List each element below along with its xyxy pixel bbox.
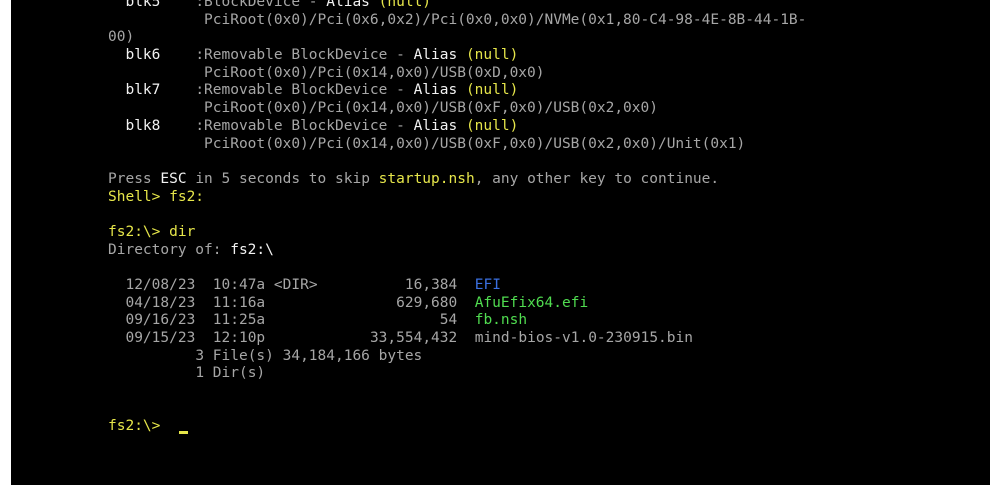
startup-press-text: Press (108, 171, 161, 187)
device-line-blk8: blk8 :Removable BlockDevice - Alias (nul… (108, 118, 518, 134)
shell-prompt-line: Shell> fs2: (108, 189, 205, 205)
dir-summary: 1 Dir(s) (195, 365, 266, 381)
device-path: PciRoot(0x0)/Pci(0x14,0x0)/USB(0xD,0x0) (204, 65, 545, 81)
file-summary: 3 File(s) 34,184,166 bytes (195, 348, 423, 364)
startup-end-text: , any other key to continue. (474, 171, 720, 187)
startup-middle-text: in 5 seconds to skip (186, 171, 379, 187)
directory-of-path: fs2:\ (230, 242, 274, 258)
directory-of-label: Directory of: (108, 242, 231, 258)
file-name: mind-bios-v1.0-230915.bin (474, 330, 693, 346)
device-line-blk7: blk7 :Removable BlockDevice - Alias (nul… (108, 82, 518, 98)
file-type: <DIR> (273, 277, 318, 293)
alias-label: Alias (326, 0, 370, 10)
file-date: 09/16/23 (125, 312, 196, 328)
device-name: blk6 (125, 47, 161, 63)
uefi-shell-screen[interactable]: blk5 :BlockDevice - Alias (null) PciRoot… (11, 0, 990, 485)
file-date: 12/08/23 (125, 277, 196, 293)
device-path-blk5: PciRoot(0x0)/Pci(0x6,0x2)/Pci(0x0,0x0)/N… (108, 12, 806, 28)
device-name: blk7 (125, 82, 161, 98)
alias-value: (null) (369, 0, 432, 10)
device-name: blk8 (125, 118, 161, 134)
device-path-cont-blk5: 00) (108, 29, 134, 45)
file-name-exec: AfuEfix64.efi (474, 295, 589, 311)
device-desc: :Removable BlockDevice - (195, 47, 414, 63)
alias-label: Alias (413, 82, 458, 98)
directory-of-line: Directory of: fs2:\ (108, 242, 274, 258)
file-size: 54 (439, 312, 458, 328)
device-line-blk6: blk6 :Removable BlockDevice - Alias (nul… (108, 47, 518, 63)
file-size: 629,680 (396, 295, 458, 311)
file-time: 11:25a (212, 312, 266, 328)
alias-value: (null) (457, 47, 519, 63)
dir-command-line: fs2:\> dir (108, 224, 196, 240)
table-row: 12/08/23 10:47a <DIR> 16,384 EFI (108, 277, 501, 293)
file-name-dir: EFI (474, 277, 501, 293)
file-name-script: fb.nsh (474, 312, 528, 328)
current-prompt: fs2:\> (108, 418, 170, 434)
device-path: PciRoot(0x0)/Pci(0x14,0x0)/USB(0xF,0x0)/… (204, 100, 658, 116)
device-path: PciRoot(0x0)/Pci(0x6,0x2)/Pci(0x0,0x0)/N… (204, 12, 807, 28)
device-path-blk6: PciRoot(0x0)/Pci(0x14,0x0)/USB(0xD,0x0) (108, 65, 545, 81)
alias-label: Alias (413, 118, 458, 134)
device-desc: :BlockDevice - (195, 0, 327, 10)
dir-summary-line: 1 Dir(s) (108, 365, 265, 381)
device-path-blk8: PciRoot(0x0)/Pci(0x14,0x0)/USB(0xF,0x0)/… (108, 136, 745, 152)
file-time: 12:10p (212, 330, 266, 346)
startup-message: Press ESC in 5 seconds to skip startup.n… (108, 171, 719, 187)
file-size: 16,384 (404, 277, 458, 293)
device-desc: :Removable BlockDevice - (195, 118, 414, 134)
device-path-blk7: PciRoot(0x0)/Pci(0x14,0x0)/USB(0xF,0x0)/… (108, 100, 658, 116)
alias-value: (null) (457, 118, 519, 134)
device-path: PciRoot(0x0)/Pci(0x14,0x0)/USB(0xF,0x0)/… (204, 136, 746, 152)
file-summary-line: 3 File(s) 34,184,166 bytes (108, 348, 422, 364)
esc-key-label: ESC (160, 171, 187, 187)
alias-value: (null) (457, 82, 519, 98)
table-row: 04/18/23 11:16a 629,680 AfuEfix64.efi (108, 295, 588, 311)
device-line-blk5: blk5 :BlockDevice - Alias (null) (108, 0, 431, 10)
table-row: 09/15/23 12:10p 33,554,432 mind-bios-v1.… (108, 330, 693, 346)
alias-label: Alias (413, 47, 458, 63)
device-desc: :Removable BlockDevice - (195, 82, 414, 98)
device-path-continuation: 00) (108, 29, 135, 45)
file-time: 10:47a (212, 277, 266, 293)
table-row: 09/16/23 11:25a 54 fb.nsh (108, 312, 527, 328)
startup-script-name: startup.nsh (378, 171, 475, 187)
file-time: 11:16a (212, 295, 266, 311)
file-date: 09/15/23 (125, 330, 196, 346)
text-cursor[interactable] (179, 431, 188, 434)
device-name: blk5 (125, 0, 161, 10)
file-size: 33,554,432 (369, 330, 458, 346)
file-date: 04/18/23 (125, 295, 196, 311)
